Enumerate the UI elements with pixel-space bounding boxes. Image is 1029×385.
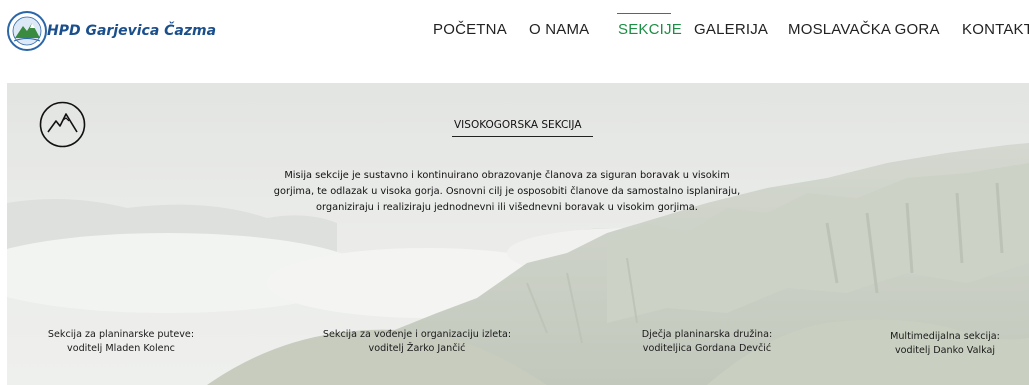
nav-item-moslavacka-gora[interactable]: MOSLAVAČKA GORA: [788, 21, 940, 38]
section-title: VISOKOGORSKA SEKCIJA: [454, 119, 582, 131]
subsection-multimedia[interactable]: Multimedijalna sekcija: voditelj Danko V…: [865, 330, 1025, 358]
subsection-name: Sekcija za vođenje i organizaciju izleta…: [322, 329, 512, 340]
subsection-children-group[interactable]: Dječja planinarska družina: voditeljica …: [617, 328, 797, 356]
nav-item-o-nama[interactable]: O NAMA: [529, 21, 589, 38]
subsection-name: Multimedijalna sekcija:: [890, 331, 1000, 342]
nav-item-galerija[interactable]: GALERIJA: [694, 21, 768, 38]
section-hero: VISOKOGORSKA SEKCIJA Misija sekcije je s…: [7, 83, 1029, 385]
site-title[interactable]: HPD Garjevica Čazma: [47, 23, 216, 39]
subsection-trail-maintenance[interactable]: Sekcija za planinarske puteve: voditelj …: [31, 328, 211, 356]
nav-item-pocetna[interactable]: POČETNA: [433, 21, 507, 38]
subsection-name: Sekcija za planinarske puteve:: [47, 329, 195, 340]
nav-item-sekcije[interactable]: SEKCIJE: [618, 21, 682, 38]
subsection-leader: voditelj Žarko Jančić: [368, 343, 466, 354]
mission-line: organiziraju i realiziraju jednodnevni i…: [316, 202, 698, 213]
nav-item-kontakt[interactable]: KONTAKT: [962, 21, 1029, 38]
nav-active-indicator: [617, 13, 671, 14]
mountain-icon: [39, 101, 86, 148]
subsection-leader: voditelj Mladen Kolenc: [67, 343, 175, 354]
mission-line: Misija sekcije je sustavno i kontinuiran…: [284, 170, 730, 181]
site-header: HPD Garjevica Čazma POČETNA O NAMA SEKCI…: [0, 0, 1029, 68]
subsection-leader: voditeljica Gordana Devčić: [642, 343, 772, 354]
section-title-underline: [452, 136, 593, 137]
section-mission-text: Misija sekcije je sustavno i kontinuiran…: [257, 168, 757, 216]
mission-line: gorjima, te odlazak u visoka gorja. Osno…: [273, 186, 741, 197]
subsection-name: Dječja planinarska družina:: [641, 329, 773, 340]
club-logo[interactable]: [6, 10, 48, 52]
subsection-trip-guiding[interactable]: Sekcija za vođenje i organizaciju izleta…: [302, 328, 532, 356]
subsection-leader: voditelj Danko Valkaj: [894, 345, 996, 356]
